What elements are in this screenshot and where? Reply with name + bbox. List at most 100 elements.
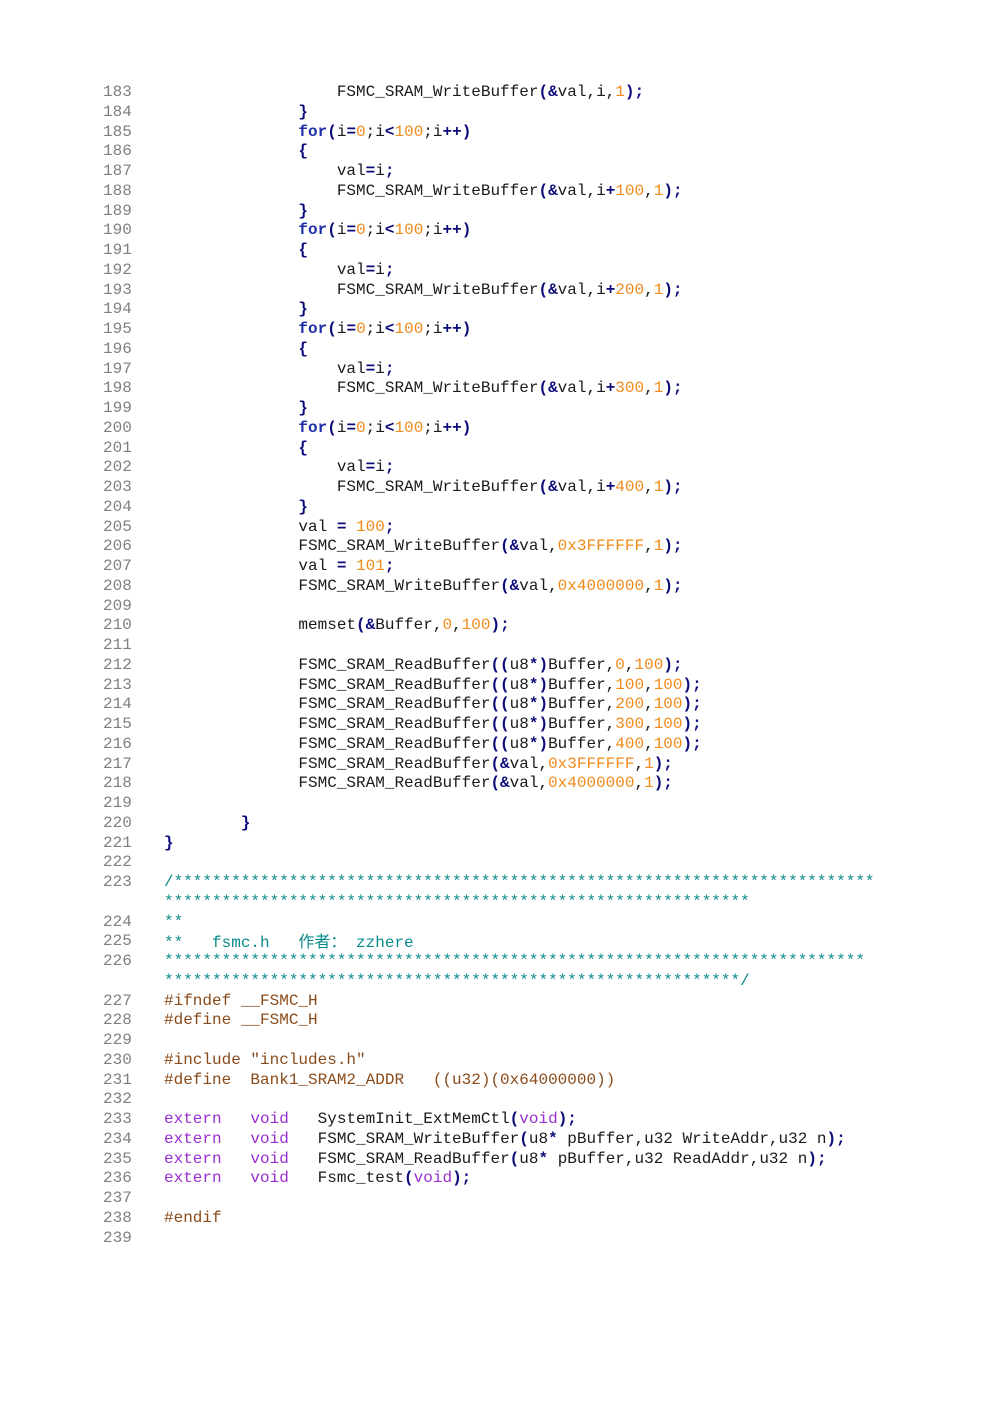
code-content: ** fsmc.h 作者： zzhere [164, 932, 980, 952]
code-text: FSMC_SRAM_ReadBuffer [288, 1149, 510, 1168]
code-punct: ); [663, 379, 683, 398]
code-text: u8 [509, 695, 529, 714]
code-content: FSMC_SRAM_WriteBuffer(&val,0x3FFFFFF,1); [164, 537, 980, 557]
line-number: 238 [103, 1208, 132, 1227]
code-punct: { [298, 339, 309, 358]
line-number: 190 [103, 221, 132, 240]
code-punct: ( [327, 418, 337, 437]
code-content: #define Bank1_SRAM2_ADDR ((u32)(0x640000… [164, 1071, 980, 1091]
line-number [100, 893, 164, 913]
code-punct: + [605, 280, 616, 299]
code-content: FSMC_SRAM_WriteBuffer(&val,i+300,1); [164, 379, 980, 399]
code-number: 100 [394, 221, 424, 240]
code-text: FSMC_SRAM_WriteBuffer [164, 537, 501, 556]
code-text: , [644, 280, 654, 299]
code-line: 194 } [100, 300, 980, 320]
code-text: val [164, 359, 366, 378]
line-number: 196 [103, 339, 132, 358]
code-number: 100 [356, 517, 385, 536]
code-punct: ); [557, 1110, 577, 1128]
code-content: for(i=0;i<100;i++) [164, 419, 980, 439]
code-line: 196 { [100, 340, 980, 360]
code-line: 187 val=i; [100, 162, 980, 182]
code-punct: ); [807, 1149, 827, 1168]
code-number: 100 [615, 181, 645, 200]
line-number: 226 [103, 952, 132, 970]
line-number: 239 [103, 1228, 132, 1247]
code-number: 0 [615, 655, 625, 674]
code-content: memset(&Buffer,0,100); [164, 616, 980, 636]
code-content [164, 794, 980, 814]
code-content: FSMC_SRAM_ReadBuffer((u8*)Buffer,400,100… [164, 735, 980, 755]
code-text: i [336, 320, 347, 338]
code-number: 1 [615, 83, 625, 101]
code-text: FSMC_SRAM_ReadBuffer [164, 675, 491, 694]
code-content: FSMC_SRAM_ReadBuffer((u8*)Buffer,100,100… [164, 676, 980, 696]
line-number: 209 [103, 596, 132, 615]
code-preprocessor: #ifndef __FSMC_H [164, 991, 318, 1010]
code-line: 239 [100, 1229, 980, 1249]
code-text: val,i [557, 478, 606, 496]
code-punct: { [298, 241, 309, 259]
line-number: 204 [103, 497, 132, 516]
code-line: 206 FSMC_SRAM_WriteBuffer(&val,0x3FFFFFF… [100, 537, 980, 557]
code-line: 224 ** [100, 913, 980, 933]
code-punct: ; [384, 557, 395, 575]
code-text: ;i [423, 320, 443, 338]
code-punct: ); [663, 181, 683, 200]
code-text: FSMC_SRAM_WriteBuffer [164, 280, 539, 299]
code-number: 200 [615, 695, 645, 714]
code-punct: + [605, 478, 616, 496]
code-content [164, 636, 980, 656]
code-line: 188 FSMC_SRAM_WriteBuffer(&val,i+100,1); [100, 182, 980, 202]
code-line: 228 #define __FSMC_H [100, 1011, 980, 1031]
code-comment: ** [164, 912, 184, 931]
code-text: val [164, 162, 366, 180]
code-text: Buffer, [375, 616, 443, 635]
code-content: FSMC_SRAM_WriteBuffer(&val,i+200,1); [164, 281, 980, 301]
code-text: , [644, 715, 654, 733]
line-number: 200 [103, 418, 132, 437]
code-text: FSMC_SRAM_ReadBuffer [164, 774, 491, 793]
line-number: 184 [103, 102, 132, 121]
code-line: 229 [100, 1031, 980, 1051]
code-text: , [644, 379, 654, 398]
code-line: 225 ** fsmc.h 作者： zzhere [100, 932, 980, 952]
code-type-keyword: void [519, 1110, 558, 1128]
code-line: 202 val=i; [100, 458, 980, 478]
code-content: FSMC_SRAM_ReadBuffer(&val,0x3FFFFFF,1); [164, 755, 980, 775]
code-comment: ****************************************… [164, 971, 750, 990]
code-line: 232 [100, 1090, 980, 1110]
code-punct: ++) [442, 320, 472, 338]
code-text: ;i [365, 122, 385, 141]
code-preprocessor: #include "includes.h" [164, 1050, 366, 1069]
line-number: 227 [103, 991, 132, 1010]
code-line: 215 FSMC_SRAM_ReadBuffer((u8*)Buffer,300… [100, 715, 980, 735]
line-number: 230 [103, 1050, 132, 1069]
code-text: FSMC_SRAM_ReadBuffer [164, 655, 491, 674]
code-content: #include "includes.h" [164, 1051, 980, 1071]
code-line: 210 memset(&Buffer,0,100); [100, 616, 980, 636]
code-line: 230 #include "includes.h" [100, 1051, 980, 1071]
line-number: 198 [103, 379, 132, 398]
code-punct: (& [500, 576, 520, 595]
code-line: 222 [100, 853, 980, 873]
code-number: 0 [442, 616, 453, 635]
code-comment: 作者： [298, 932, 347, 952]
code-text: ;i [365, 221, 385, 240]
code-line: 201 { [100, 439, 980, 459]
code-text: Buffer, [548, 655, 616, 674]
line-number: 197 [103, 359, 132, 378]
code-text: val, [519, 537, 558, 556]
code-number: 100 [634, 655, 664, 674]
code-number: 1 [653, 379, 664, 398]
code-text: ;i [365, 320, 385, 338]
